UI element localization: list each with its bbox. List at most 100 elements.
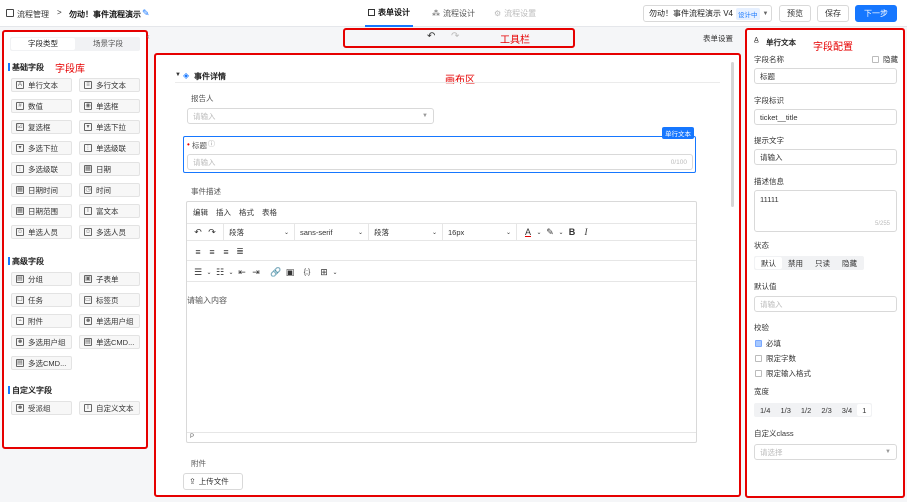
field-chip[interactable]: ▦ 日期范围 (11, 204, 72, 218)
field-name-input[interactable]: 标题 (754, 68, 897, 84)
undo-icon[interactable]: ↶ (191, 227, 205, 238)
align-left-icon[interactable]: ≡ (191, 247, 205, 257)
field-chip[interactable]: T 自定义文本 (79, 401, 140, 415)
version-select[interactable]: 勿动！事件流程演示 V4 设计中 ▼ (643, 5, 772, 22)
text-color-icon[interactable]: A (521, 227, 535, 237)
redo-icon[interactable]: ↷ (205, 227, 219, 238)
state-hidden[interactable]: 隐藏 (836, 257, 863, 269)
font-family-select[interactable]: sans-serif ⌄ (295, 223, 369, 241)
flow-design-icon: ⁂ (432, 9, 440, 18)
menu-format[interactable]: 格式 (239, 207, 254, 218)
italic-icon[interactable]: I (579, 227, 593, 237)
font-size-select[interactable]: 16px ⌄ (443, 223, 517, 241)
field-chip[interactable]: ☐ 任务 (11, 293, 72, 307)
field-chip[interactable]: ☻ 单选用户组 (79, 314, 140, 328)
field-chip[interactable]: ☻ 受派组 (11, 401, 72, 415)
reporter-input[interactable]: 请输入 ▼ (187, 108, 434, 124)
code-icon[interactable]: {;} (297, 269, 317, 276)
default-value-input[interactable]: 请输入 (754, 296, 897, 312)
field-key-input[interactable]: ticket__title (754, 109, 897, 125)
field-chip[interactable]: ⋮ 多选级联 (11, 162, 72, 176)
editor-content[interactable]: 请输入内容 (187, 295, 227, 306)
chevron-down-icon[interactable]: ⌄ (535, 229, 543, 236)
bullet-list-icon[interactable]: ☰ (191, 267, 205, 278)
width-2-3[interactable]: 2/3 (816, 404, 836, 416)
field-chip[interactable]: ▭ 标签页 (79, 293, 140, 307)
state-default[interactable]: 默认 (755, 257, 782, 269)
field-chip[interactable]: ▣ 子表单 (79, 272, 140, 286)
field-chip[interactable]: ◷ 时间 (79, 183, 140, 197)
width-1-2[interactable]: 1/2 (796, 404, 816, 416)
field-chip[interactable]: ⌁ 附件 (11, 314, 72, 328)
block-format-select[interactable]: 段落 ⌄ (223, 223, 295, 241)
tab-flow-settings[interactable]: ⚙ 流程设置 (494, 0, 536, 27)
upload-button[interactable]: ⇪ 上传文件 (183, 473, 243, 490)
field-chip[interactable]: ☑ 复选框 (11, 120, 72, 134)
menu-table[interactable]: 表格 (262, 207, 277, 218)
image-icon[interactable]: ▣ (283, 267, 297, 278)
highlight-icon[interactable]: ✎ (543, 227, 557, 238)
form-settings-link[interactable]: 表单设置 (703, 33, 733, 44)
chevron-down-icon[interactable]: ⌄ (557, 229, 565, 236)
outdent-icon[interactable]: ⇤ (235, 267, 249, 278)
width-1-3[interactable]: 1/3 (775, 404, 795, 416)
field-chip[interactable]: ☺ 单选人员 (11, 225, 72, 239)
field-chip[interactable]: ☻ 多选用户组 (11, 335, 72, 349)
redo-icon[interactable]: ↷ (451, 31, 459, 42)
field-chip[interactable]: ▦ 日期 (79, 162, 140, 176)
preview-button[interactable]: 预览 (779, 5, 811, 22)
field-chip[interactable]: A 单行文本 (11, 78, 72, 92)
link-icon[interactable]: 🔗 (269, 267, 283, 278)
field-chip[interactable]: ▤ 单选CMD... (79, 335, 140, 349)
limit-length-checkbox[interactable]: 限定字数 (755, 353, 796, 364)
limit-format-checkbox[interactable]: 限定输入格式 (755, 368, 811, 379)
field-chip[interactable]: ≡ 多行文本 (79, 78, 140, 92)
width-3-4[interactable]: 3/4 (837, 404, 857, 416)
tab-flow-design[interactable]: ⁂ 流程设计 (432, 0, 475, 27)
collapse-section-icon[interactable]: ▼ (175, 72, 181, 78)
chevron-down-icon[interactable]: ⌄ (331, 269, 339, 276)
align-center-icon[interactable]: ≡ (205, 247, 219, 257)
field-chip[interactable]: ◉ 单选框 (79, 99, 140, 113)
title-input[interactable]: 请输入 0/100 (187, 154, 693, 170)
tab-form-design[interactable]: 表单设计 (365, 0, 413, 27)
custom-class-select[interactable]: 请选择 ▼ (754, 444, 897, 460)
field-chip[interactable]: # 数值 (11, 99, 72, 113)
field-chip[interactable]: T 富文本 (79, 204, 140, 218)
field-chip[interactable]: ▾ 多选下拉 (11, 141, 72, 155)
tab-field-types[interactable]: 字段类型 (11, 38, 75, 50)
paragraph-select[interactable]: 段落 ⌄ (369, 223, 443, 241)
bold-icon[interactable]: B (565, 227, 579, 237)
field-chip[interactable]: ⋮ 单选级联 (79, 141, 140, 155)
field-chip[interactable]: ▤ 多选CMD... (11, 356, 72, 370)
table-icon[interactable]: ⊞ (317, 267, 331, 278)
menu-insert[interactable]: 插入 (216, 207, 231, 218)
collapse-left-icon[interactable]: ‹ (147, 32, 150, 41)
scrollbar[interactable] (731, 62, 734, 207)
field-chip[interactable]: ▤ 分组 (11, 272, 72, 286)
next-step-button[interactable]: 下一步 (855, 5, 897, 22)
numbered-list-icon[interactable]: ☷ (213, 267, 227, 278)
required-checkbox[interactable]: 必填 (755, 338, 781, 349)
align-justify-icon[interactable]: ≣ (233, 246, 247, 257)
chevron-down-icon[interactable]: ⌄ (205, 269, 213, 276)
state-readonly[interactable]: 只读 (809, 257, 836, 269)
chevron-down-icon[interactable]: ⌄ (227, 269, 235, 276)
hide-checkbox[interactable]: 隐藏 (872, 54, 898, 65)
align-right-icon[interactable]: ≡ (219, 247, 233, 257)
breadcrumb-root[interactable]: 流程管理 (17, 9, 49, 20)
hint-input[interactable]: 请输入 (754, 149, 897, 165)
field-chip[interactable]: ▾ 单选下拉 (79, 120, 140, 134)
state-disabled[interactable]: 禁用 (782, 257, 809, 269)
width-1-4[interactable]: 1/4 (755, 404, 775, 416)
indent-icon[interactable]: ⇥ (249, 267, 263, 278)
menu-edit[interactable]: 编辑 (193, 207, 208, 218)
save-button[interactable]: 保存 (817, 5, 849, 22)
field-chip[interactable]: ☺ 多选人员 (79, 225, 140, 239)
status-badge: 设计中 (736, 7, 760, 20)
edit-icon[interactable]: ✎ (142, 8, 150, 19)
tab-scene-fields[interactable]: 场景字段 (76, 37, 140, 51)
undo-icon[interactable]: ↶ (427, 31, 435, 42)
width-full[interactable]: 1 (857, 404, 872, 416)
field-chip[interactable]: ▦ 日期时间 (11, 183, 72, 197)
